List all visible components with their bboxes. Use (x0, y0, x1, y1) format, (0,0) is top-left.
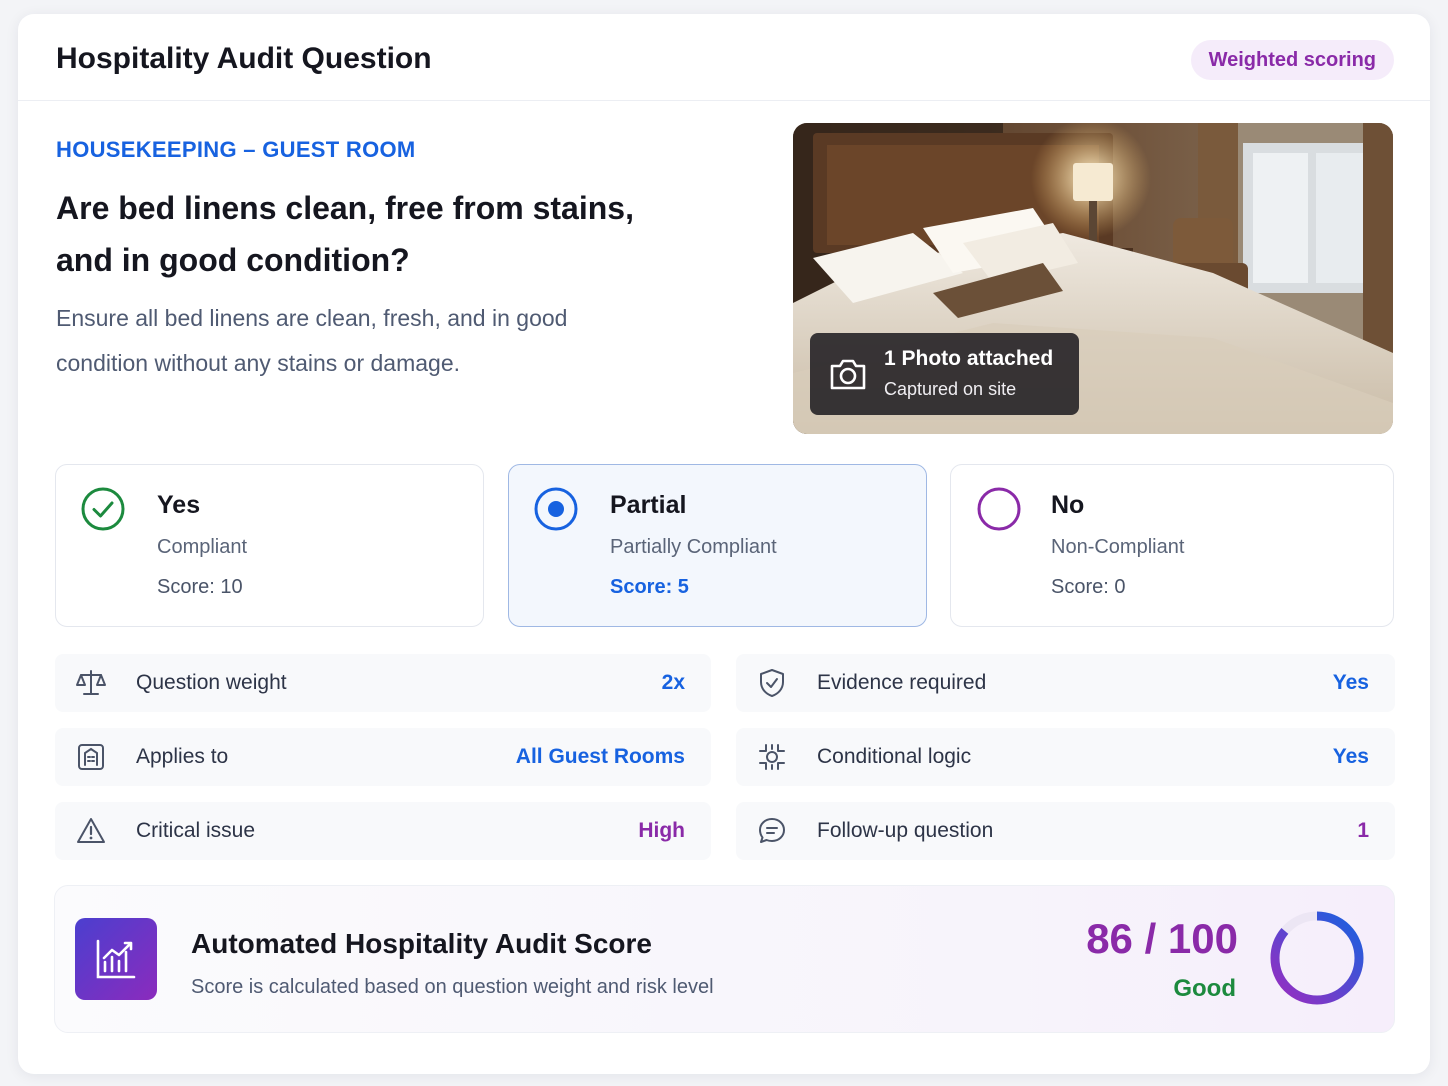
property-label: Follow-up question (817, 819, 994, 842)
option-score: Score: 0 (1051, 576, 1126, 598)
card-header: Hospitality Audit Question Weighted scor… (18, 14, 1430, 101)
page-title: Hospitality Audit Question (56, 42, 432, 75)
option-sublabel: Non-Compliant (1051, 536, 1185, 558)
property-value: Yes (1332, 745, 1369, 768)
score-status: Good (1173, 975, 1236, 1002)
scale-icon (76, 670, 106, 695)
property-conditional-logic: Conditional logic Yes (736, 728, 1395, 786)
audit-question-card: Hospitality Audit Question Weighted scor… (18, 14, 1430, 1074)
option-sublabel: Compliant (157, 536, 248, 558)
score-icon-tile (75, 918, 157, 1000)
option-no[interactable]: No Non-Compliant Score: 0 (950, 464, 1394, 627)
score-value: 86 / 100 (1086, 915, 1238, 962)
option-yes[interactable]: Yes Compliant Score: 10 (55, 464, 484, 627)
option-score: Score: 10 (157, 576, 243, 598)
logic-icon (759, 744, 785, 770)
property-label: Conditional logic (817, 745, 972, 768)
check-circle-icon (81, 487, 125, 531)
property-follow-up-question: Follow-up question 1 (736, 802, 1395, 860)
photo-count-label: 1 Photo attached (884, 347, 1054, 370)
question-category: HOUSEKEEPING – GUEST ROOM (56, 137, 416, 162)
chat-icon (759, 818, 785, 843)
circle-icon (977, 487, 1021, 531)
property-evidence-required: Evidence required Yes (736, 654, 1395, 712)
shield-check-icon (760, 669, 784, 697)
photo-attached-overlay[interactable]: 1 Photo attached Captured on site (810, 333, 1079, 415)
attached-photo[interactable]: 1 Photo attached Captured on site (793, 123, 1393, 434)
building-icon (78, 744, 104, 770)
warning-icon (77, 818, 105, 843)
property-value: 2x (661, 671, 685, 694)
score-title: Automated Hospitality Audit Score (191, 928, 653, 959)
question-text: Are bed linens clean, free from stains, … (56, 190, 634, 278)
option-label: Yes (157, 491, 201, 519)
option-sublabel: Partially Compliant (610, 536, 777, 558)
automated-score-panel: Automated Hospitality Audit Score Score … (54, 885, 1395, 1033)
option-partial[interactable]: Partial Partially Compliant Score: 5 (508, 464, 927, 627)
camera-icon (830, 359, 866, 390)
property-label: Evidence required (817, 671, 987, 694)
property-value: Yes (1332, 671, 1369, 694)
question-description: Ensure all bed linens are clean, fresh, … (56, 305, 568, 376)
property-label: Critical issue (136, 819, 256, 842)
option-label: No (1051, 491, 1085, 519)
radio-selected-icon (534, 487, 578, 531)
score-ring-gauge (1270, 911, 1364, 1005)
weighted-scoring-badge: Weighted scoring (1190, 40, 1394, 80)
photo-source-label: Captured on site (884, 379, 1017, 399)
property-value: High (638, 819, 685, 842)
property-critical-issue: Critical issue High (55, 802, 711, 860)
property-label: Applies to (136, 745, 229, 768)
option-score: Score: 5 (610, 576, 689, 598)
property-value: 1 (1357, 819, 1369, 842)
property-question-weight: Question weight 2x (55, 654, 711, 712)
option-label: Partial (610, 491, 687, 519)
property-value: All Guest Rooms (515, 745, 685, 768)
property-label: Question weight (136, 671, 287, 694)
score-subtitle: Score is calculated based on question we… (191, 976, 714, 998)
chart-icon (96, 939, 136, 979)
property-applies-to: Applies to All Guest Rooms (55, 728, 711, 786)
